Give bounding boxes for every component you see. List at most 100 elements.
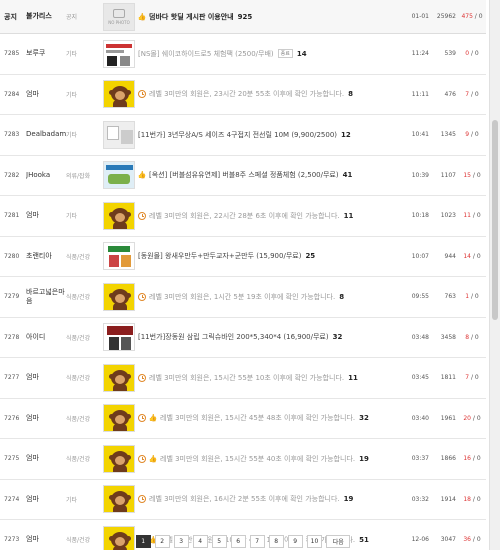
- page-8-button[interactable]: 8: [268, 535, 284, 548]
- post-title-link[interactable]: [11번가] 3년무상A/S 세이즈 4구접지 전선릴 10M (9,900/2…: [138, 115, 400, 155]
- post-title-link[interactable]: 👍 레벨 3미만의 회원은, 15시간 55분 40초 이후에 확인 가능합니다.…: [138, 439, 400, 479]
- page-2-button[interactable]: 2: [154, 535, 170, 548]
- post-row[interactable]: 7278 아이디 식품/건강 [11번가]장동원 삼립 그릭슈바인 200*5,340…: [0, 318, 486, 358]
- post-row[interactable]: 7282 JHooka 의류/잡화 👍 [옥션] [버블섬유유연제] 버블8주 스페셜 …: [0, 156, 486, 196]
- page-3-button[interactable]: 3: [173, 535, 189, 548]
- author-name[interactable]: 불가리스: [26, 0, 66, 33]
- view-count: 3458: [440, 333, 456, 341]
- image-part: [113, 221, 127, 229]
- page-5-button[interactable]: 5: [211, 535, 227, 548]
- monkey-avatar-image: [103, 485, 135, 514]
- votes-up: 15: [463, 171, 471, 179]
- post-number: 7275: [4, 455, 20, 463]
- post-title-link[interactable]: [11번가]장동원 삼립 그릭슈바인 200*5,340*4 (16,900/무…: [138, 318, 400, 358]
- thumbnail[interactable]: [103, 358, 135, 398]
- author-name[interactable]: 엄마: [26, 196, 66, 236]
- thumbnail[interactable]: [103, 399, 135, 439]
- author-name[interactable]: 엄마: [26, 480, 66, 520]
- post-title-link[interactable]: 레벨 3미만의 회원은, 1시간 5분 19초 이후에 확인 가능합니다. 8: [138, 277, 400, 317]
- vote-count: 1 / 0: [465, 293, 479, 301]
- post-row[interactable]: 7284 엄마 기타 레벨 3미만의 회원은, 23시간 20분 55초 이후에 확인…: [0, 75, 486, 115]
- thumbnail[interactable]: [103, 115, 135, 155]
- post-time: 09:55: [411, 293, 429, 301]
- page-4-button[interactable]: 4: [192, 535, 208, 548]
- image-part: [113, 100, 127, 108]
- notice-row[interactable]: 공지 불가리스 공지 NO PHOTO 👍 덤바다 핫딜 게시판 이용안내 92…: [0, 0, 486, 34]
- author-name[interactable]: JHooka: [26, 156, 66, 196]
- image-part: [109, 337, 119, 351]
- category-label: 공지: [66, 14, 78, 21]
- thumbnail[interactable]: [103, 156, 135, 196]
- post-title-link[interactable]: [동원몰] 왕새우만두+만두교자+군만두 (15,900/무료) 25: [138, 237, 400, 277]
- author-name[interactable]: 바르고넓은마음: [26, 277, 66, 317]
- category-label: 기타: [66, 213, 78, 221]
- post-row[interactable]: 7274 엄마 기타 레벨 3미만의 회원은, 16시간 2분 55초 이후에 확인 …: [0, 480, 486, 520]
- author-name[interactable]: 엄마: [26, 439, 66, 479]
- page-1-button[interactable]: 1: [135, 535, 151, 548]
- post-time: 01-01: [411, 13, 429, 20]
- category-label: 식품/건강: [66, 253, 91, 261]
- post-title-link[interactable]: 레벨 3미만의 회원은, 23시간 20분 55초 이후에 확인 가능합니다. 8: [138, 75, 400, 115]
- author-name[interactable]: 엄마: [26, 358, 66, 398]
- thumbnail[interactable]: [103, 196, 135, 236]
- post-title-link[interactable]: 레벨 3미만의 회원은, 22시간 28분 6초 이후에 확인 가능합니다. 11: [138, 196, 400, 236]
- page-6-button[interactable]: 6: [230, 535, 246, 548]
- author-name[interactable]: 초랜티아: [26, 237, 66, 277]
- post-title: [동원몰] 왕새우만두+만두교자+군만두 (15,900/무료): [138, 252, 302, 261]
- post-row[interactable]: 7280 초랜티아 식품/건강 [동원몰] 왕새우만두+만두교자+군만두 (15,90…: [0, 237, 486, 277]
- image-part: [113, 424, 127, 432]
- post-row[interactable]: 7283 Dealbadamo…기타 [11번가] 3년무상A/S 세이즈 4구접지…: [0, 115, 486, 156]
- thumbnail[interactable]: [103, 318, 135, 358]
- thumbnail[interactable]: [103, 34, 135, 74]
- no-photo-image: NO PHOTO: [103, 2, 135, 31]
- post-title: 레벨 3미만의 회원은, 16시간 2분 55초 이후에 확인 가능합니다.: [149, 495, 340, 504]
- author-name[interactable]: Dealbadamo…: [26, 115, 66, 155]
- post-row[interactable]: 7276 엄마 식품/건강 👍 레벨 3미만의 회원은, 15시간 45분 48초 이후…: [0, 399, 486, 439]
- post-title-link[interactable]: 레벨 3미만의 회원은, 15시간 55분 10초 이후에 확인 가능합니다. 1…: [138, 358, 400, 398]
- post-title-link[interactable]: [NS몰] 쉐이코하이드로5 체험팩 (2500/무배) 종료 14: [138, 34, 400, 74]
- page-7-button[interactable]: 7: [249, 535, 265, 548]
- thumbnail[interactable]: [103, 439, 135, 479]
- author-name[interactable]: 엄마: [26, 399, 66, 439]
- post-title-link[interactable]: 👍 레벨 3미만의 회원은, 15시간 45분 48초 이후에 확인 가능합니다.…: [138, 399, 400, 439]
- thumbnail[interactable]: [103, 75, 135, 115]
- scrollbar-thumb[interactable]: [492, 120, 498, 320]
- post-title: [NS몰] 쉐이코하이드로5 체험팩 (2500/무배): [138, 49, 274, 58]
- post-number: 공지: [4, 12, 17, 21]
- author-name[interactable]: 아이디: [26, 318, 66, 358]
- thumbnail[interactable]: [103, 277, 135, 317]
- scrollbar[interactable]: [489, 0, 500, 550]
- post-row[interactable]: 7285 보루쿠 기타 [NS몰] 쉐이코하이드로5 체험팩 (2500/무배) 종료 1…: [0, 34, 486, 75]
- page-9-button[interactable]: 9: [287, 535, 303, 548]
- post-time: 10:07: [411, 252, 429, 260]
- author-name[interactable]: 보루쿠: [26, 34, 66, 74]
- post-row[interactable]: 7277 엄마 식품/건강 레벨 3미만의 회원은, 15시간 55분 10초 이후에…: [0, 358, 486, 399]
- comment-count: 32: [359, 414, 369, 423]
- votes-down: 0: [476, 212, 481, 220]
- post-number: 7278: [4, 333, 20, 341]
- post-title-link[interactable]: 레벨 3미만의 회원은, 16시간 2분 55초 이후에 확인 가능합니다. 19: [138, 480, 400, 520]
- post-row[interactable]: 7279 바르고넓은마음 식품/건강 레벨 3미만의 회원은, 1시간 5분 19초 …: [0, 277, 486, 318]
- votes-down: 0: [474, 131, 479, 139]
- post-title-link[interactable]: 👍 [옥션] [버블섬유유연제] 버블8주 스페셜 정품체험 (2,500/무료)…: [138, 156, 400, 196]
- image-part: [121, 337, 131, 351]
- author-name[interactable]: 엄마: [26, 75, 66, 115]
- page-10-button[interactable]: 10: [306, 535, 323, 548]
- post-row[interactable]: 7281 엄마 기타 레벨 3미만의 회원은, 22시간 28분 6초 이후에 확인 …: [0, 196, 486, 237]
- image-part: [115, 293, 125, 303]
- image-part: [106, 165, 133, 171]
- monkey-avatar-image: [103, 363, 135, 392]
- thumbnail[interactable]: NO PHOTO: [103, 0, 135, 33]
- next-page-button[interactable]: 다음: [326, 535, 351, 548]
- post-title: [11번가]장동원 삼립 그릭슈바인 200*5,340*4 (16,900/무…: [138, 333, 329, 342]
- view-count: 1961: [440, 414, 456, 422]
- camera-icon: [113, 8, 125, 18]
- image-part: [107, 125, 119, 140]
- votes-down: 0: [476, 455, 481, 463]
- clock-icon: [138, 454, 146, 463]
- post-row[interactable]: 7275 엄마 식품/건강 👍 레벨 3미만의 회원은, 15시간 55분 40초 이후…: [0, 439, 486, 480]
- thumbnail[interactable]: [103, 237, 135, 277]
- thumbnail[interactable]: [103, 480, 135, 520]
- monkey-avatar-image: [103, 404, 135, 433]
- post-title-link[interactable]: 👍 덤바다 핫딜 게시판 이용안내 925: [138, 0, 400, 33]
